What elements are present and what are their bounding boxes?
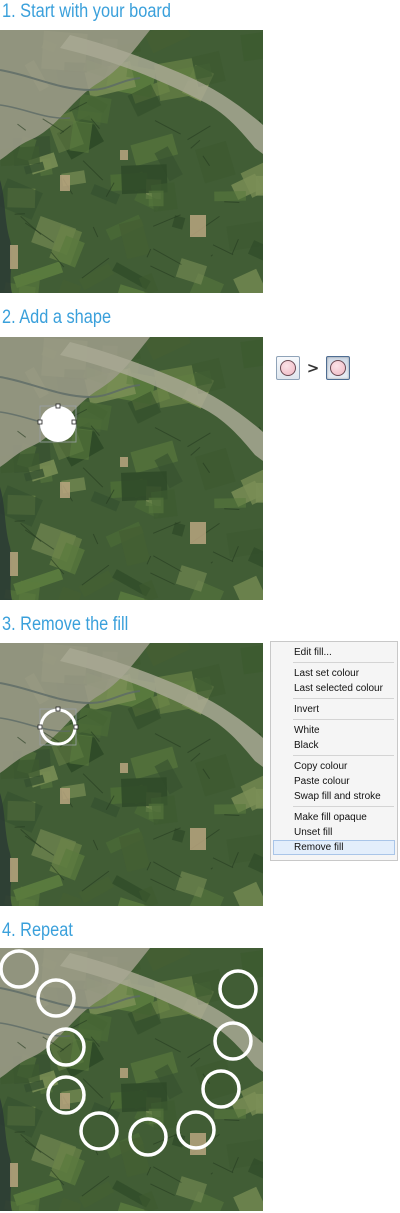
menu-separator [293, 719, 394, 720]
arrow-label: > [306, 359, 320, 377]
menu-item-white[interactable]: White [273, 723, 395, 738]
menu-item-unset-fill[interactable]: Unset fill [273, 825, 395, 840]
filled-circle-icon [330, 360, 346, 376]
menu-item-black[interactable]: Black [273, 738, 395, 753]
fill-button[interactable] [276, 356, 300, 380]
step-2-heading: 2. Add a shape [2, 307, 112, 328]
menu-item-swap-fill-stroke[interactable]: Swap fill and stroke [273, 789, 395, 804]
menu-item-last-selected-colour[interactable]: Last selected colour [273, 681, 395, 696]
fill-toolbar: > [276, 354, 350, 382]
fill-button-pressed[interactable] [326, 356, 350, 380]
map-board[interactable] [0, 948, 263, 1211]
menu-separator [293, 806, 394, 807]
step-4-heading: 4. Repeat [2, 920, 73, 941]
menu-separator [293, 755, 394, 756]
step-3-heading: 3. Remove the fill [2, 614, 129, 635]
menu-item-edit-fill[interactable]: Edit fill... [273, 645, 395, 660]
filled-circle-icon [280, 360, 296, 376]
menu-item-make-fill-opaque[interactable]: Make fill opaque [273, 810, 395, 825]
menu-separator [293, 662, 394, 663]
map-board[interactable] [0, 643, 263, 906]
menu-item-paste-colour[interactable]: Paste colour [273, 774, 395, 789]
menu-item-copy-colour[interactable]: Copy colour [273, 759, 395, 774]
map-board[interactable] [0, 337, 263, 600]
context-menu: Edit fill... Last set colour Last select… [270, 641, 398, 861]
step-1-heading: 1. Start with your board [2, 1, 171, 22]
menu-item-remove-fill[interactable]: Remove fill [273, 840, 395, 855]
menu-item-invert[interactable]: Invert [273, 702, 395, 717]
map-board[interactable] [0, 30, 263, 293]
menu-separator [293, 698, 394, 699]
menu-item-last-set-colour[interactable]: Last set colour [273, 666, 395, 681]
